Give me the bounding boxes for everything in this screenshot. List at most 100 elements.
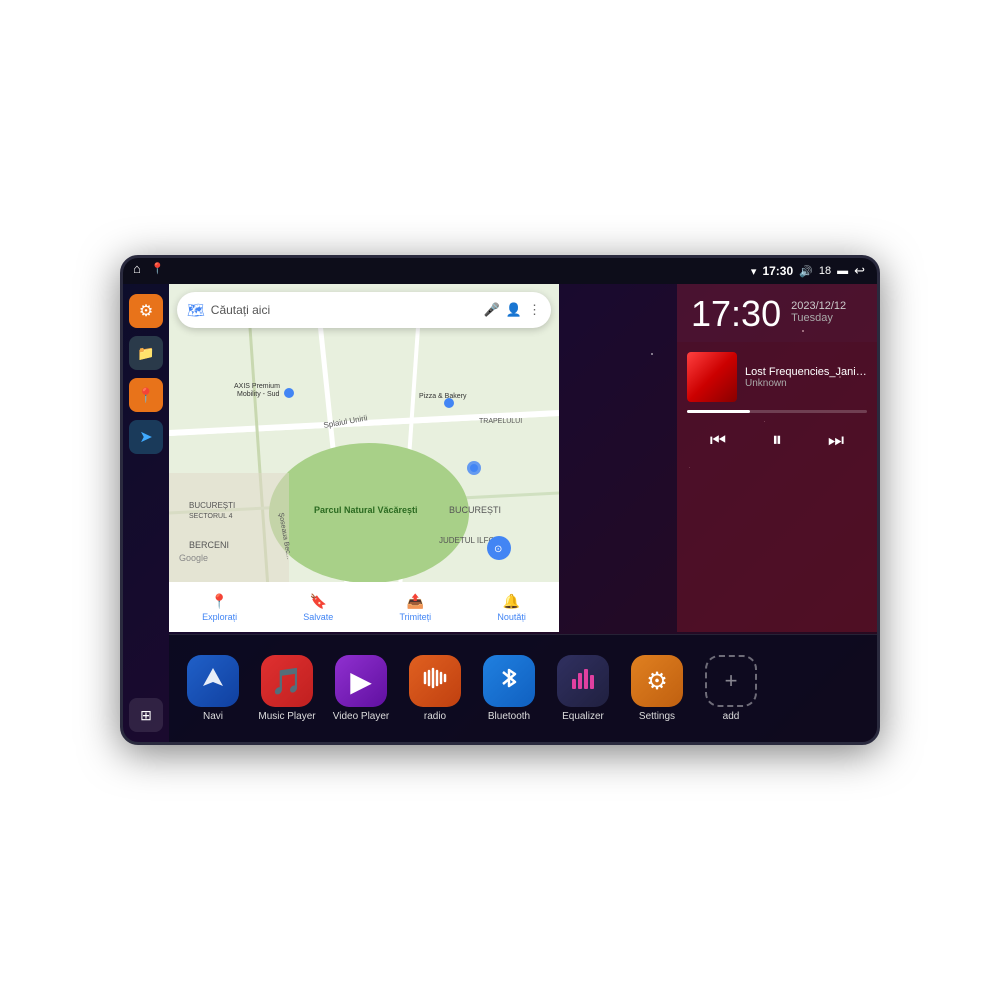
sidebar-item-map[interactable]: 📍 <box>129 378 163 412</box>
album-art <box>687 352 737 402</box>
svg-text:BERCENI: BERCENI <box>189 540 229 550</box>
music-track-row: Lost Frequencies_Janie... Unknown <box>687 352 867 402</box>
main-content: ⚙ 📁 📍 ➤ ⊞ 🗺 Căutați aici 🎤 👤 ⋮ <box>123 284 877 742</box>
clock-section: 17:30 2023/12/12 Tuesday <box>677 284 877 342</box>
updates-icon: 🔔 <box>503 593 520 610</box>
bluetooth-icon <box>495 664 523 699</box>
pause-button[interactable]: ⏸ <box>768 425 786 456</box>
clock-display: 17:30 <box>691 296 781 332</box>
explore-label: Explorați <box>202 612 237 622</box>
track-info: Lost Frequencies_Janie... Unknown <box>745 366 867 389</box>
album-art-image <box>687 352 737 402</box>
settings-dots-icon[interactable]: ⋮ <box>528 302 541 318</box>
clock-day: Tuesday <box>791 312 846 324</box>
app-navi[interactable]: Navi <box>179 655 247 722</box>
right-panel: 17:30 2023/12/12 Tuesday Lost Frequencie… <box>677 284 877 632</box>
app-launcher: Navi 🎵 Music Player ▶ Video Player <box>169 634 877 742</box>
svg-text:SECTORUL 4: SECTORUL 4 <box>189 513 233 520</box>
map-saved-btn[interactable]: 🔖 Salvate <box>303 593 333 622</box>
track-title: Lost Frequencies_Janie... <box>745 366 867 378</box>
search-text: Căutați aici <box>211 303 478 317</box>
share-icon: 📤 <box>407 593 424 610</box>
video-player-label: Video Player <box>333 711 390 722</box>
navi-icon <box>199 664 227 699</box>
next-track-button[interactable]: ⏭ <box>824 426 848 455</box>
play-circle-icon: ▶ <box>350 665 372 698</box>
equalizer-icon-bg <box>557 655 609 707</box>
navi-icon-bg <box>187 655 239 707</box>
app-music-player[interactable]: 🎵 Music Player <box>253 655 321 722</box>
track-artist: Unknown <box>745 378 867 389</box>
svg-text:BUCUREȘTI: BUCUREȘTI <box>189 501 235 510</box>
add-label: add <box>723 711 740 722</box>
back-icon[interactable]: ↩ <box>854 263 865 279</box>
status-bar: ⌂ 📍 ▾ 17:30 🔊 18 ▬ ↩ <box>123 258 877 284</box>
music-section: Lost Frequencies_Janie... Unknown ⏮ ⏸ ⏭ <box>677 342 877 632</box>
sidebar-item-settings[interactable]: ⚙ <box>129 294 163 328</box>
svg-text:Google: Google <box>179 553 208 563</box>
map-bottom-bar: 📍 Explorați 🔖 Salvate 📤 Trimiteți 🔔 Nout… <box>169 582 559 632</box>
eq-bars-icon <box>568 663 598 700</box>
music-controls: ⏮ ⏸ ⏭ <box>687 425 867 456</box>
music-note-icon: 🎵 <box>271 666 303 697</box>
app-radio[interactable]: radio <box>401 655 469 722</box>
clock-date-section: 2023/12/12 Tuesday <box>791 296 846 324</box>
app-add[interactable]: + add <box>697 655 765 722</box>
svg-text:⊙: ⊙ <box>494 544 502 555</box>
svg-text:Parcul Natural Văcărești: Parcul Natural Văcărești <box>314 505 418 515</box>
sidebar-item-files[interactable]: 📁 <box>129 336 163 370</box>
map-share-btn[interactable]: 📤 Trimiteți <box>400 593 432 622</box>
share-label: Trimiteți <box>400 612 432 622</box>
settings-icon-bg: ⚙ <box>631 655 683 707</box>
svg-text:BUCUREȘTI: BUCUREȘTI <box>449 505 501 515</box>
battery-level: 18 <box>819 265 831 277</box>
app-settings[interactable]: ⚙ Settings <box>623 655 691 722</box>
map-area[interactable]: 🗺 Căutați aici 🎤 👤 ⋮ Parcul Natural <box>169 284 559 632</box>
music-player-icon-bg: 🎵 <box>261 655 313 707</box>
map-explore-btn[interactable]: 📍 Explorați <box>202 593 237 622</box>
grid-icon: ⊞ <box>140 707 152 724</box>
sidebar-item-navigation[interactable]: ➤ <box>129 420 163 454</box>
saved-label: Salvate <box>303 612 333 622</box>
equalizer-label: Equalizer <box>562 711 604 722</box>
clock-time: 17:30 <box>691 296 781 332</box>
svg-text:AXIS Premium: AXIS Premium <box>234 383 280 390</box>
settings-icon: ⚙ <box>139 301 153 321</box>
app-video-player[interactable]: ▶ Video Player <box>327 655 395 722</box>
saved-icon: 🔖 <box>310 593 327 610</box>
prev-track-button[interactable]: ⏮ <box>706 426 730 455</box>
google-maps-icon: 🗺 <box>187 302 205 319</box>
progress-fill <box>687 410 750 413</box>
mic-icon[interactable]: 🎤 <box>484 302 500 318</box>
clock-date: 2023/12/12 <box>791 300 846 312</box>
home-icon[interactable]: ⌂ <box>133 261 141 276</box>
progress-bar[interactable] <box>687 410 867 413</box>
video-player-icon-bg: ▶ <box>335 655 387 707</box>
music-player-label: Music Player <box>258 711 315 722</box>
map-updates-btn[interactable]: 🔔 Noutăți <box>497 593 526 622</box>
radio-label: radio <box>424 711 446 722</box>
map-search-bar[interactable]: 🗺 Căutați aici 🎤 👤 ⋮ <box>177 292 551 328</box>
files-icon: 📁 <box>137 345 154 362</box>
app-bluetooth[interactable]: Bluetooth <box>475 655 543 722</box>
svg-text:TRAPELULUI: TRAPELULUI <box>479 418 522 425</box>
add-icon-bg: + <box>705 655 757 707</box>
bluetooth-label: Bluetooth <box>488 711 530 722</box>
arrow-icon: ➤ <box>139 427 152 447</box>
nav-icons: ⌂ 📍 <box>133 261 165 276</box>
map-pin-icon: 📍 <box>137 387 154 404</box>
account-icon[interactable]: 👤 <box>506 302 522 318</box>
sidebar: ⚙ 📁 📍 ➤ ⊞ <box>123 284 169 742</box>
status-time: 17:30 <box>762 264 793 278</box>
volume-icon: 🔊 <box>799 265 813 278</box>
settings-gear-icon: ⚙ <box>646 667 668 696</box>
car-display: ⌂ 📍 ▾ 17:30 🔊 18 ▬ ↩ ⚙ 📁 <box>120 255 880 745</box>
svg-text:Pizza & Bakery: Pizza & Bakery <box>419 393 467 400</box>
map-svg: Parcul Natural Văcărești BUCUREȘTI SECTO… <box>169 284 559 632</box>
explore-icon: 📍 <box>211 593 228 610</box>
updates-label: Noutăți <box>497 612 526 622</box>
location-pin-icon[interactable]: 📍 <box>151 262 165 275</box>
sidebar-item-grid[interactable]: ⊞ <box>129 698 163 732</box>
app-equalizer[interactable]: Equalizer <box>549 655 617 722</box>
wifi-signal-icon: ▾ <box>751 265 757 278</box>
